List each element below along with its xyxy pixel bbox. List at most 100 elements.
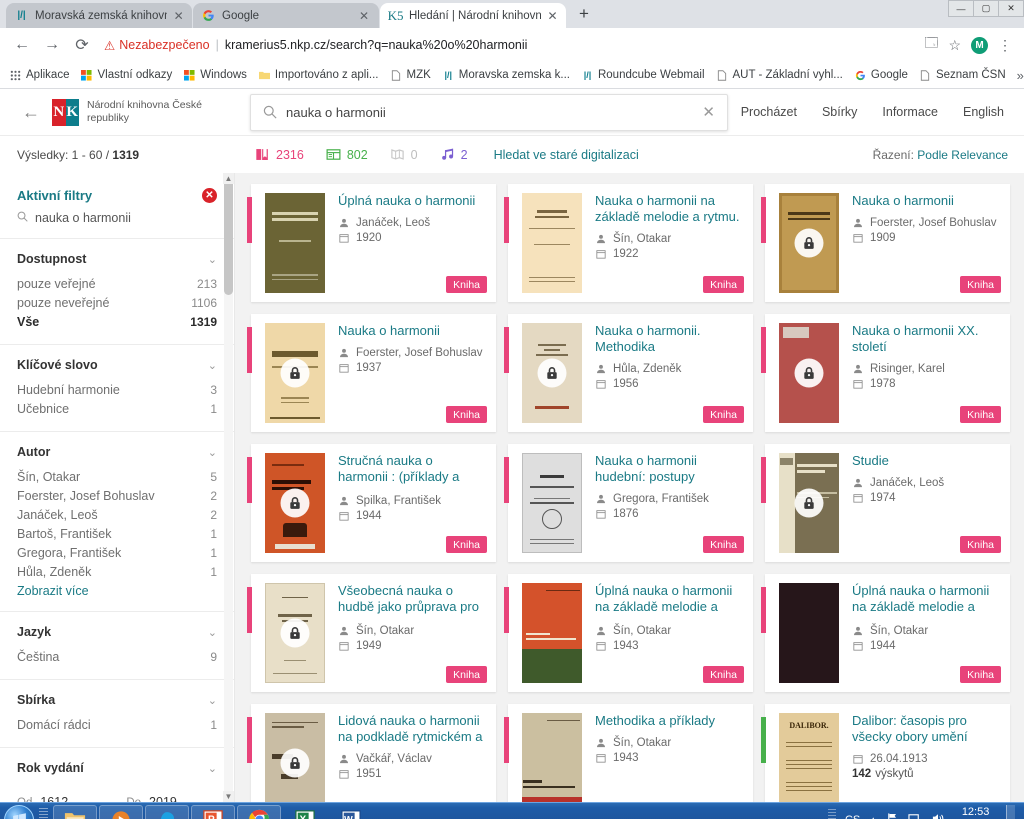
result-card[interactable]: Nauka o harmonii XX. století Risinger, K… bbox=[761, 314, 1010, 432]
bookmark-windows[interactable]: Windows bbox=[183, 69, 247, 82]
translate-icon[interactable]: 🗔 bbox=[924, 34, 938, 56]
old-digitization-link[interactable]: Hledat ve staré digitalizaci bbox=[494, 148, 639, 162]
active-filter-item[interactable]: nauka o harmonii bbox=[17, 211, 217, 225]
card-title[interactable]: Úplná nauka o harmonii na základě melodi… bbox=[595, 583, 743, 617]
card-title[interactable]: Nauka o harmonii bbox=[338, 323, 486, 339]
facet-row[interactable]: Učebnice 1 bbox=[17, 399, 217, 418]
facet-row[interactable]: Šín, Otakar 5 bbox=[17, 467, 217, 486]
taskbar-excel-icon[interactable]: X bbox=[283, 805, 327, 819]
type-count-map[interactable]: 0 bbox=[390, 147, 418, 162]
result-card[interactable]: Nauka o harmonii. Methodika Hůla, Zdeněk… bbox=[504, 314, 753, 432]
nav-english[interactable]: English bbox=[963, 105, 1004, 119]
chevron-down-icon[interactable]: ⌄ bbox=[208, 762, 217, 775]
taskbar-grip[interactable] bbox=[39, 807, 48, 819]
card-title[interactable]: Nauka o harmonii XX. století bbox=[852, 323, 1000, 355]
facet-row[interactable]: Hudební harmonie 3 bbox=[17, 380, 217, 399]
app-back-button[interactable]: ← bbox=[16, 102, 46, 123]
card-title[interactable]: Všeobecná nauka o hudbě jako průprava pr… bbox=[338, 583, 486, 617]
browser-tab-0[interactable]: |/| Moravská zemská knihovna v Brn ✕ bbox=[6, 3, 192, 28]
card-thumbnail[interactable] bbox=[522, 583, 582, 683]
taskbar-powerpoint-icon[interactable]: P bbox=[191, 805, 235, 819]
card-title[interactable]: Studie bbox=[852, 453, 1000, 469]
card-thumbnail[interactable] bbox=[265, 453, 325, 553]
browser-tab-2[interactable]: K5 Hledání | Národní knihovna Česk ✕ bbox=[380, 3, 566, 28]
card-thumbnail[interactable]: o harmoni bbox=[265, 713, 325, 802]
card-title[interactable]: Úplná nauka o harmonii na základě melodi… bbox=[852, 583, 1000, 617]
result-card[interactable]: Nauka o harmonii Foerster, Josef Bohusla… bbox=[247, 314, 496, 432]
taskbar-internet-explorer-icon[interactable] bbox=[145, 805, 189, 819]
bookmarks-overflow-button[interactable]: » bbox=[1017, 68, 1024, 83]
card-thumbnail[interactable] bbox=[522, 453, 582, 553]
nav-prochazet[interactable]: Procházet bbox=[741, 105, 797, 119]
taskbar-chrome-icon[interactable] bbox=[237, 805, 281, 819]
facet-row[interactable]: pouze neveřejné 1106 bbox=[17, 293, 217, 312]
facet-header[interactable]: Jazyk ⌄ bbox=[17, 625, 217, 639]
taskbar-explorer-icon[interactable] bbox=[53, 805, 97, 819]
chevron-down-icon[interactable]: ⌄ bbox=[208, 626, 217, 639]
result-card[interactable]: o harmoni Lidová nauka o harmonii na pod… bbox=[247, 704, 496, 802]
facet-row[interactable]: Gregora, František 1 bbox=[17, 543, 217, 562]
close-window-button[interactable]: ✕ bbox=[998, 0, 1024, 17]
chevron-down-icon[interactable]: ⌄ bbox=[208, 359, 217, 372]
show-more-authors-link[interactable]: Zobrazit více bbox=[17, 581, 217, 598]
result-card[interactable]: Methodika a příklady Šín, Otakar 1943 bbox=[504, 704, 753, 802]
scroll-down-arrow-icon[interactable]: ▼ bbox=[223, 791, 234, 802]
result-card[interactable]: Úplná nauka o harmonii na základě melodi… bbox=[504, 574, 753, 692]
bookmark-moravska-zemska[interactable]: |/| Moravska zemska k... bbox=[442, 69, 569, 82]
result-card[interactable]: DALIBOR. Dalibor: časopis pro všecky obo… bbox=[761, 704, 1010, 802]
bookmark-seznam-csn[interactable]: Seznam ČSN bbox=[919, 69, 1006, 82]
bookmark-importovano[interactable]: Importováno z apli... bbox=[258, 69, 378, 82]
bookmark-roundcube[interactable]: |/| Roundcube Webmail bbox=[581, 69, 705, 82]
card-title[interactable]: Úplná nauka o harmonii bbox=[338, 193, 486, 209]
bookmark-mzk[interactable]: MZK bbox=[389, 69, 431, 82]
facet-row[interactable]: Domácí rádci 1 bbox=[17, 715, 217, 734]
result-card[interactable]: Nauka o harmonii hudební: postupy Gregor… bbox=[504, 444, 753, 562]
tray-volume-icon[interactable] bbox=[931, 812, 945, 819]
bookmark-vlastni-odkazy[interactable]: Vlastní odkazy bbox=[80, 69, 172, 82]
result-card[interactable]: Všeobecná nauka o hudbě jako průprava pr… bbox=[247, 574, 496, 692]
facet-header[interactable]: Sbírka ⌄ bbox=[17, 693, 217, 707]
card-title[interactable]: Lidová nauka o harmonii na podkladě rytm… bbox=[338, 713, 486, 745]
tray-network-icon[interactable] bbox=[908, 812, 922, 819]
year-to-input[interactable]: 2019 bbox=[149, 795, 223, 802]
avatar[interactable]: M bbox=[971, 36, 988, 54]
star-icon[interactable]: ☆ bbox=[948, 37, 961, 54]
card-title[interactable]: Nauka o harmonii na základě melodie a ry… bbox=[595, 193, 743, 225]
type-count-music[interactable]: 2 bbox=[440, 147, 468, 162]
card-thumbnail[interactable] bbox=[779, 453, 839, 553]
result-card[interactable]: Úplná nauka o harmonii na základě melodi… bbox=[761, 574, 1010, 692]
tray-flag-icon[interactable] bbox=[886, 812, 899, 819]
year-from-field[interactable]: Od 1612 bbox=[17, 795, 114, 802]
address-bar[interactable]: ⚠ Nezabezpečeno | kramerius5.nkp.cz/sear… bbox=[98, 32, 1016, 58]
card-title[interactable]: Methodika a příklady bbox=[595, 713, 743, 729]
security-indicator[interactable]: ⚠ Nezabezpečeno bbox=[104, 38, 210, 53]
clear-search-icon[interactable]: ✕ bbox=[702, 103, 715, 121]
show-desktop-button[interactable] bbox=[1006, 804, 1015, 819]
tray-language-indicator[interactable]: CS bbox=[845, 814, 860, 819]
card-title[interactable]: Nauka o harmonii bbox=[852, 193, 1000, 209]
tray-expand-icon[interactable]: ▲ bbox=[869, 815, 877, 819]
chevron-down-icon[interactable]: ⌄ bbox=[208, 253, 217, 266]
bookmark-google[interactable]: Google bbox=[854, 69, 908, 82]
site-logo[interactable]: N K Národní knihovna České republiky bbox=[52, 98, 236, 126]
result-card[interactable]: Studie Janáček, Leoš 1974 Kniha bbox=[761, 444, 1010, 562]
bookmark-aut[interactable]: AUT - Základní vyhl... bbox=[716, 69, 843, 82]
nav-informace[interactable]: Informace bbox=[882, 105, 938, 119]
card-thumbnail[interactable] bbox=[779, 583, 839, 683]
year-from-input[interactable]: 1612 bbox=[40, 795, 114, 802]
facet-header[interactable]: Autor ⌄ bbox=[17, 445, 217, 459]
type-count-periodical[interactable]: 802 bbox=[326, 147, 368, 162]
sort-value[interactable]: Podle Relevance bbox=[917, 148, 1008, 162]
taskbar-clock[interactable]: 12:53 8.4.2019 bbox=[954, 806, 997, 819]
card-thumbnail[interactable]: DALIBOR. bbox=[779, 713, 839, 802]
taskbar-media-player-icon[interactable] bbox=[99, 805, 143, 819]
card-thumbnail[interactable] bbox=[265, 583, 325, 683]
sidebar-scrollbar-thumb[interactable] bbox=[224, 177, 233, 295]
facet-row[interactable]: pouze veřejné 213 bbox=[17, 274, 217, 293]
tray-grip[interactable] bbox=[827, 808, 836, 819]
facet-header[interactable]: Klíčové slovo ⌄ bbox=[17, 358, 217, 372]
minimize-button[interactable]: — bbox=[948, 0, 974, 17]
facet-row[interactable]: Vše 1319 bbox=[17, 312, 217, 331]
nav-sbirky[interactable]: Sbírky bbox=[822, 105, 857, 119]
facet-row[interactable]: Foerster, Josef Bohuslav 2 bbox=[17, 486, 217, 505]
